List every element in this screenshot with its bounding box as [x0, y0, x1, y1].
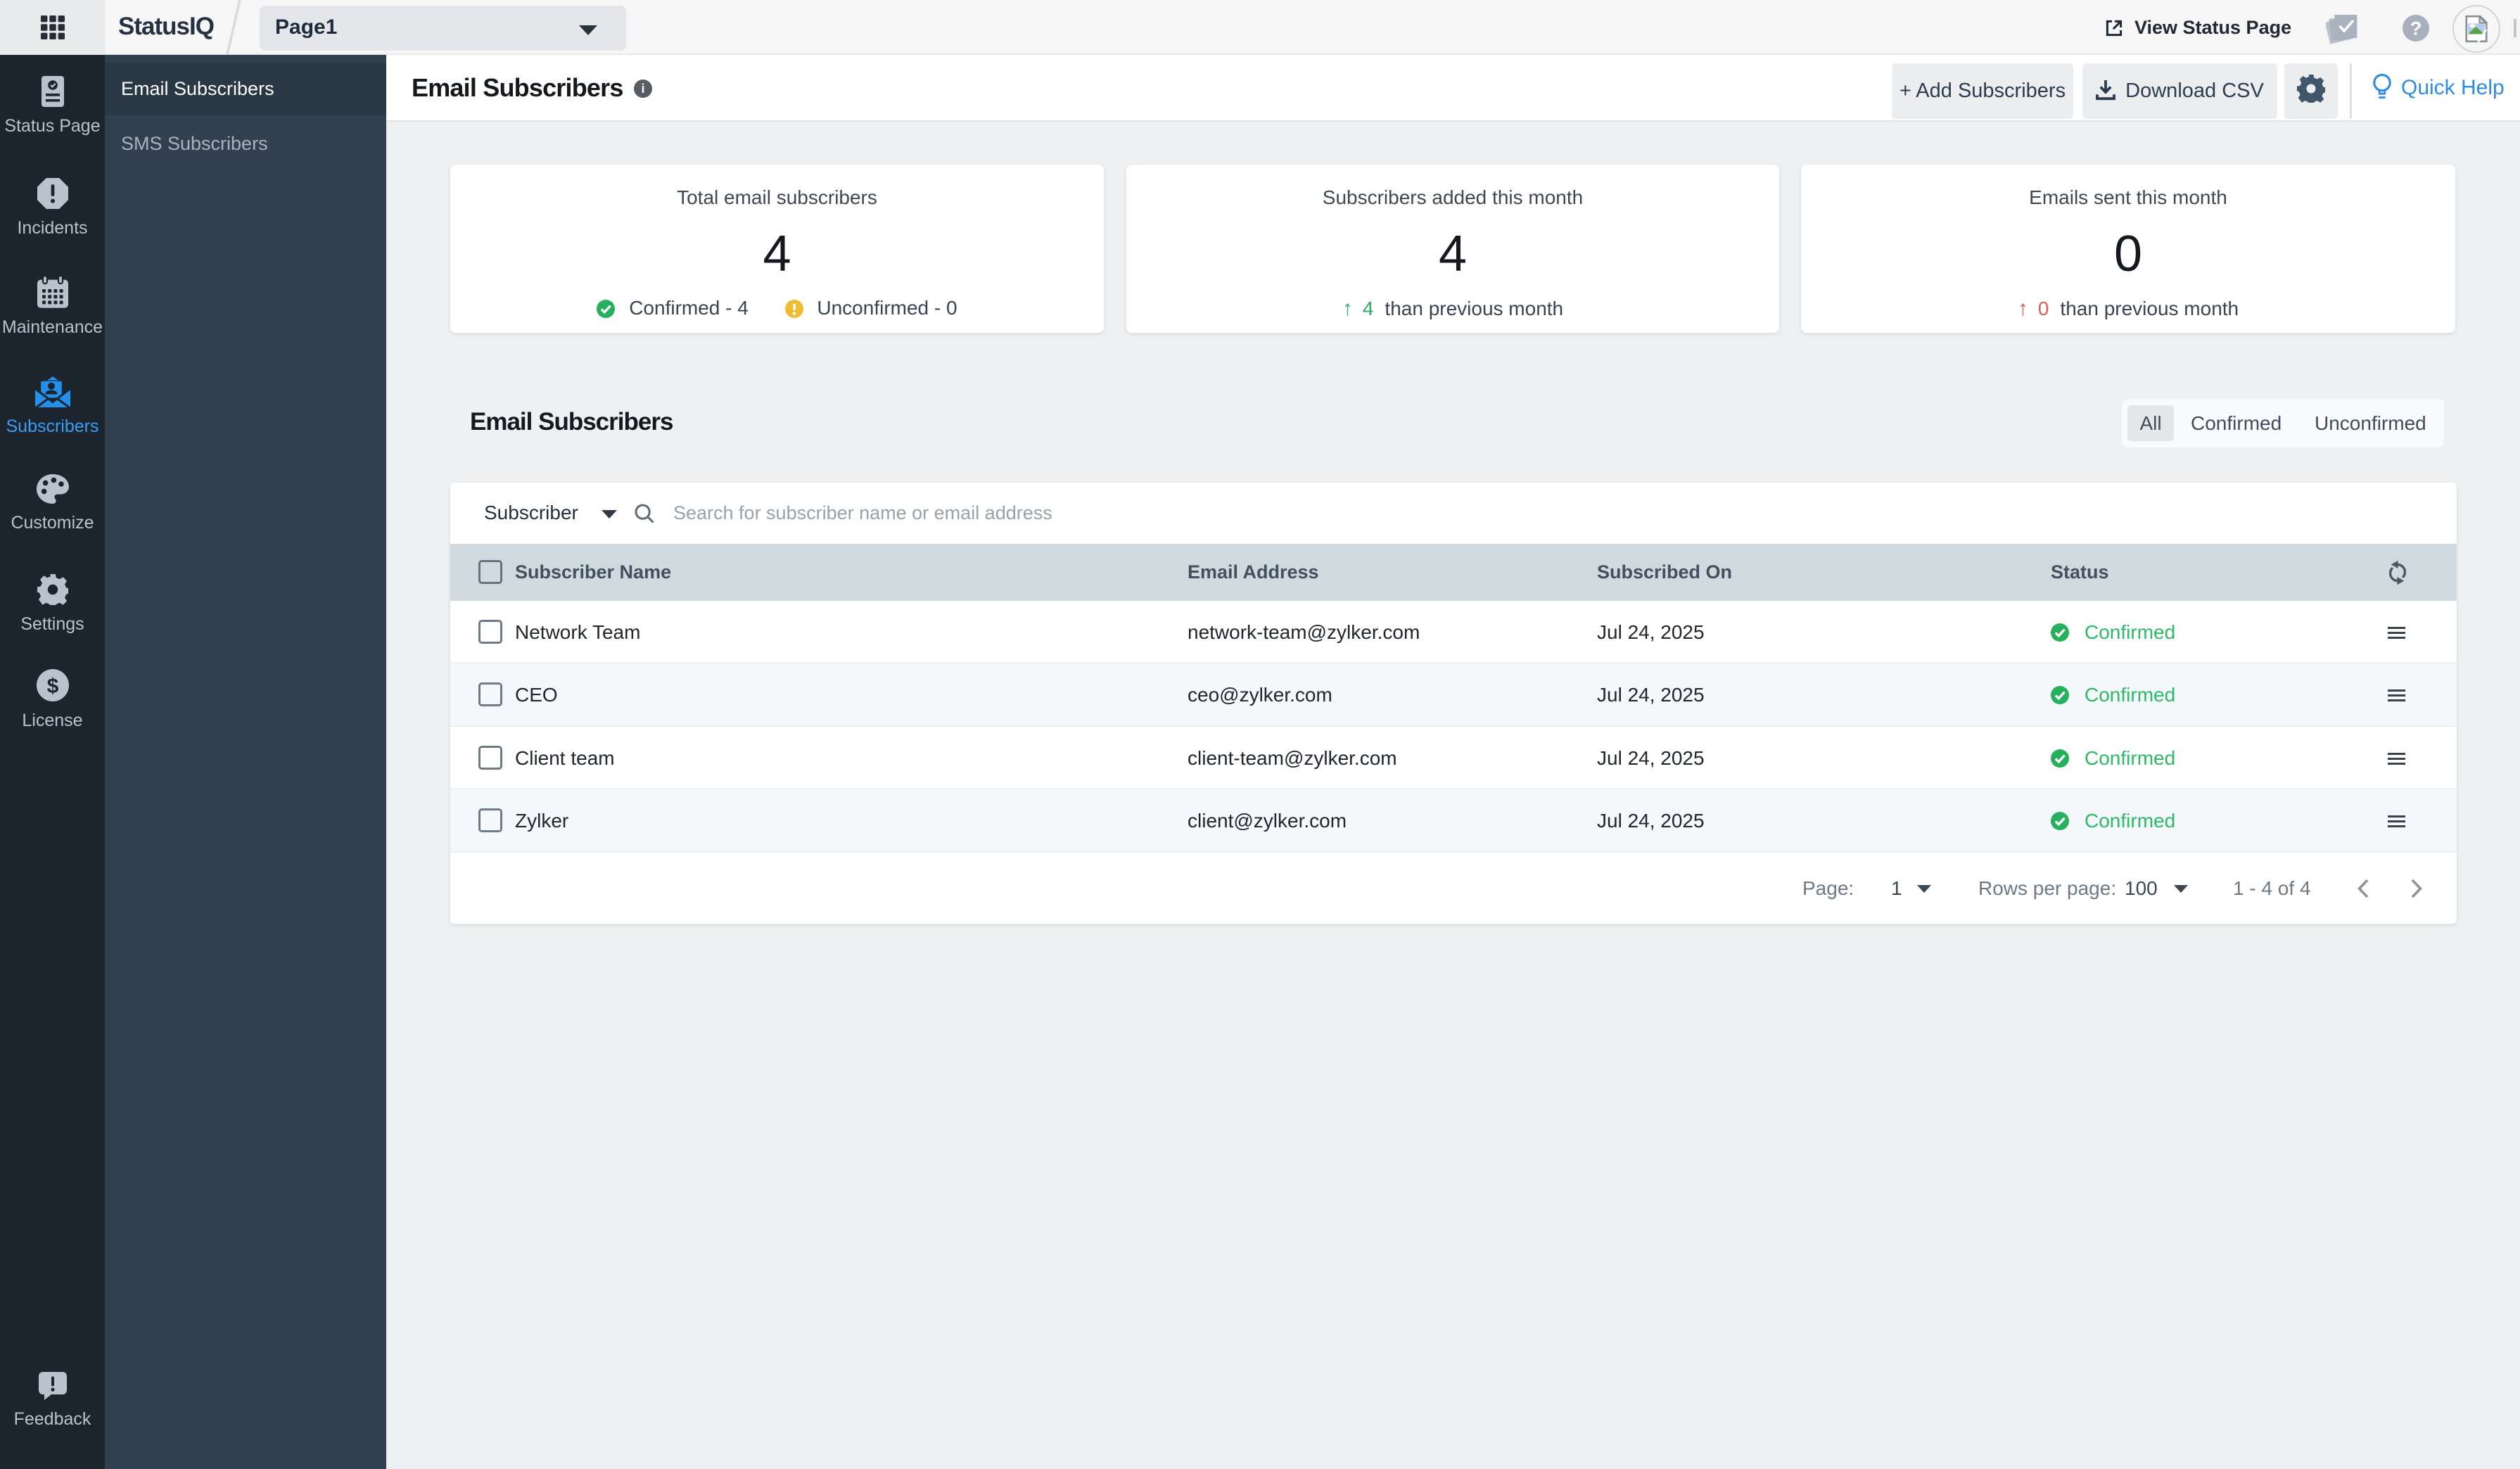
svg-text:?: ?: [2410, 18, 2422, 39]
svg-text:$: $: [46, 675, 58, 698]
